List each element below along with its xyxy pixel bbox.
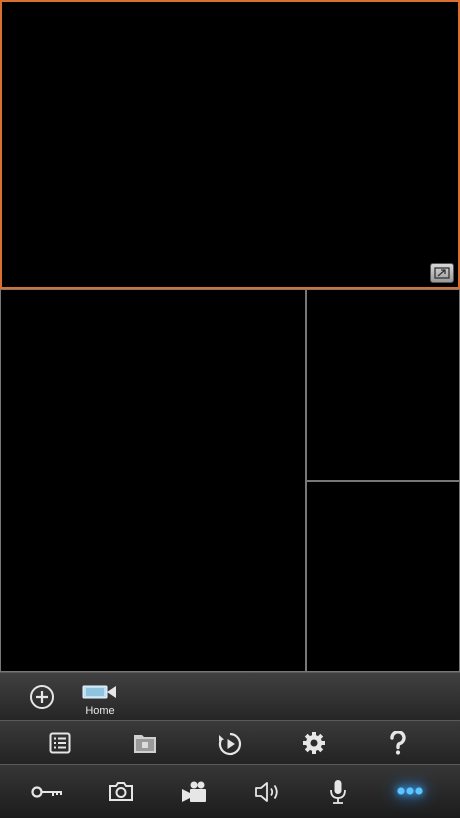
expand-window-icon[interactable]	[430, 263, 454, 283]
microphone-icon[interactable]	[326, 778, 350, 806]
function-bar	[0, 720, 460, 764]
device-bar: Home	[0, 672, 460, 720]
video-tile-1-selected[interactable]	[0, 0, 460, 289]
camera-icon[interactable]	[107, 778, 135, 804]
video-tile-3[interactable]	[306, 289, 460, 481]
gear-icon[interactable]	[301, 730, 327, 756]
add-circle-icon[interactable]	[28, 683, 56, 711]
video-tile-2[interactable]	[0, 289, 306, 672]
list-icon[interactable]	[48, 731, 72, 755]
gallery-icon[interactable]	[132, 731, 158, 755]
help-icon[interactable]	[386, 730, 410, 756]
key-icon[interactable]	[30, 779, 64, 805]
control-bar	[0, 764, 460, 818]
device-name-label[interactable]: Home	[80, 705, 120, 717]
speaker-icon[interactable]	[253, 778, 281, 806]
more-dots-icon[interactable]	[394, 779, 426, 803]
video-record-icon[interactable]	[179, 778, 209, 806]
video-tile-4[interactable]	[306, 481, 460, 672]
camera-device-icon	[82, 685, 116, 699]
camera-device-button[interactable]	[80, 681, 120, 703]
playback-icon[interactable]	[217, 731, 243, 757]
